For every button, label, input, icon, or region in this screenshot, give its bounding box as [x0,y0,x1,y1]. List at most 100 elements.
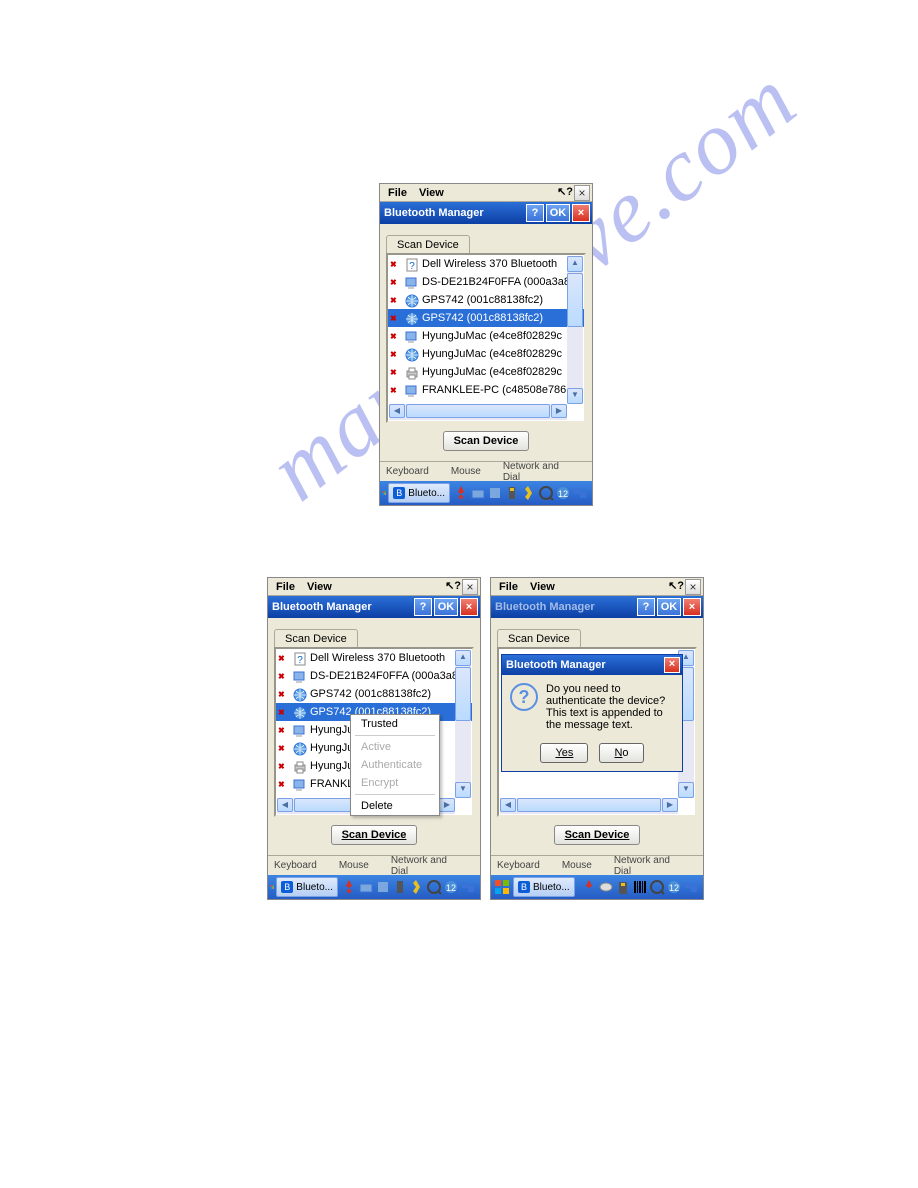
menu-item-delete[interactable]: Delete [351,797,439,815]
scroll-down-button[interactable]: ▼ [678,782,694,798]
close-button[interactable]: × [683,598,701,616]
scroll-thumb-v[interactable] [567,273,583,327]
menu-file[interactable]: File [270,579,301,595]
device-row[interactable]: ✖DS-DE21B24F0FFA (000a3a8 [276,667,472,685]
vertical-scrollbar[interactable]: ▲ ▼ [567,256,583,404]
tray-icon-5[interactable] [649,879,665,895]
device-row[interactable]: ✖?Dell Wireless 370 Bluetooth [388,255,584,273]
pc-icon [404,275,420,289]
horizontal-scrollbar[interactable]: ◀ ▶ [500,798,678,814]
device-list[interactable]: ✖?Dell Wireless 370 Bluetooth✖DS-DE21B24… [386,253,586,423]
tray-icon-1[interactable] [341,879,357,895]
scroll-right-button[interactable]: ▶ [551,404,567,418]
device-row[interactable]: ✖GPS742 (001c88138fc2) [388,291,584,309]
tray-icon-5[interactable] [409,879,425,895]
tray-icon-8[interactable] [460,879,476,895]
tray-icon-3[interactable] [615,879,631,895]
system-tray: 12 [581,879,701,895]
menu-view[interactable]: View [301,579,338,595]
scroll-up-button[interactable]: ▲ [455,650,471,666]
device-row[interactable]: ✖FRANKLEE-PC (c48508e786 [388,381,584,399]
menu-file[interactable]: File [382,185,413,201]
tray-icon-5[interactable] [521,485,537,501]
scroll-left-button[interactable]: ◀ [277,798,293,812]
close-button[interactable]: × [460,598,478,616]
tray-icon-2[interactable] [598,879,614,895]
device-row[interactable]: ✖GPS742 (001c88138fc2) [388,309,584,327]
scroll-thumb-v[interactable] [455,667,471,721]
scroll-left-button[interactable]: ◀ [500,798,516,812]
vertical-scrollbar[interactable]: ▲ ▼ [455,650,471,798]
yes-button[interactable]: Yes [540,743,588,763]
device-name: DS-DE21B24F0FFA (000a3a8 [310,670,458,682]
help-button[interactable]: ? [526,204,544,222]
screenshot-1: File View ↖? × Bluetooth Manager ? OK × … [379,183,593,506]
menu-view[interactable]: View [413,185,450,201]
start-icon[interactable] [270,878,274,896]
pairing-status-icon: ✖ [390,368,404,377]
scan-device-button[interactable]: Scan Device [554,825,641,845]
taskbar: B Blueto... 12 [268,875,480,899]
pairing-status-icon: ✖ [278,744,292,753]
device-row[interactable]: ✖DS-DE21B24F0FFA (000a3a8 [388,273,584,291]
scan-device-button[interactable]: Scan Device [331,825,418,845]
scroll-down-button[interactable]: ▼ [567,388,583,404]
horizontal-scrollbar[interactable]: ◀ ▶ [389,404,567,420]
close-button[interactable]: × [572,204,590,222]
tray-icon-3[interactable] [375,879,391,895]
taskbar-app-bluetooth[interactable]: B Blueto... [276,877,338,897]
scroll-thumb-h[interactable] [517,798,661,812]
msgbox-close-button[interactable]: × [664,657,680,673]
tab-scan-device[interactable]: Scan Device [274,629,358,648]
ok-button[interactable]: OK [434,598,458,616]
ok-button[interactable]: OK [657,598,681,616]
device-row[interactable]: ✖HyungJuMac (e4ce8f02829c [388,327,584,345]
scroll-thumb-h[interactable] [406,404,550,418]
help-button[interactable]: ? [637,598,655,616]
tray-icon-7[interactable] [683,879,699,895]
start-icon[interactable] [493,878,511,896]
scroll-left-button[interactable]: ◀ [389,404,405,418]
tray-icon-6[interactable] [538,485,554,501]
scroll-right-button[interactable]: ▶ [439,798,455,812]
help-button[interactable]: ? [414,598,432,616]
menu-file[interactable]: File [493,579,524,595]
tray-icon-2[interactable] [470,485,486,501]
start-icon[interactable] [382,484,386,502]
scroll-down-button[interactable]: ▼ [455,782,471,798]
scan-device-button[interactable]: Scan Device [443,431,530,451]
outer-close-button[interactable]: × [685,579,701,595]
tab-scan-device[interactable]: Scan Device [386,235,470,254]
tray-icon-7[interactable]: 12 [443,879,459,895]
tray-icon-1[interactable] [581,879,597,895]
taskbar-app-bluetooth[interactable]: B Blueto... [513,877,575,897]
tray-icon-6[interactable] [426,879,442,895]
tray-icon-4[interactable] [504,485,520,501]
tray-icon-6[interactable]: 12 [666,879,682,895]
globe-icon [404,347,420,361]
device-row[interactable]: ✖HyungJuMac (e4ce8f02829c [388,363,584,381]
menu-item-trusted[interactable]: Trusted [351,715,439,733]
device-row[interactable]: ✖GPS742 (001c88138fc2) [276,685,472,703]
tray-icon-3[interactable] [487,485,503,501]
device-row[interactable]: ✖?Dell Wireless 370 Bluetooth [276,649,472,667]
tray-icon-7[interactable]: 12 [555,485,571,501]
tray-icon-4[interactable] [392,879,408,895]
globe-icon [292,741,308,755]
tray-icon-1[interactable] [453,485,469,501]
outer-close-button[interactable]: × [462,579,478,595]
outer-close-button[interactable]: × [574,185,590,201]
tray-icon-4[interactable] [632,879,648,895]
tab-scan-device[interactable]: Scan Device [497,629,581,648]
tray-icon-2[interactable] [358,879,374,895]
menu-view[interactable]: View [524,579,561,595]
scroll-up-button[interactable]: ▲ [567,256,583,272]
device-row[interactable]: ✖HyungJuMac (e4ce8f02829c [388,345,584,363]
globe-icon [404,311,420,325]
context-menu[interactable]: TrustedActiveAuthenticateEncryptDelete [350,714,440,816]
taskbar-app-bluetooth[interactable]: B Blueto... [388,483,450,503]
ok-button[interactable]: OK [546,204,570,222]
scroll-right-button[interactable]: ▶ [662,798,678,812]
tray-icon-8[interactable] [572,485,588,501]
no-button[interactable]: No [599,743,643,763]
